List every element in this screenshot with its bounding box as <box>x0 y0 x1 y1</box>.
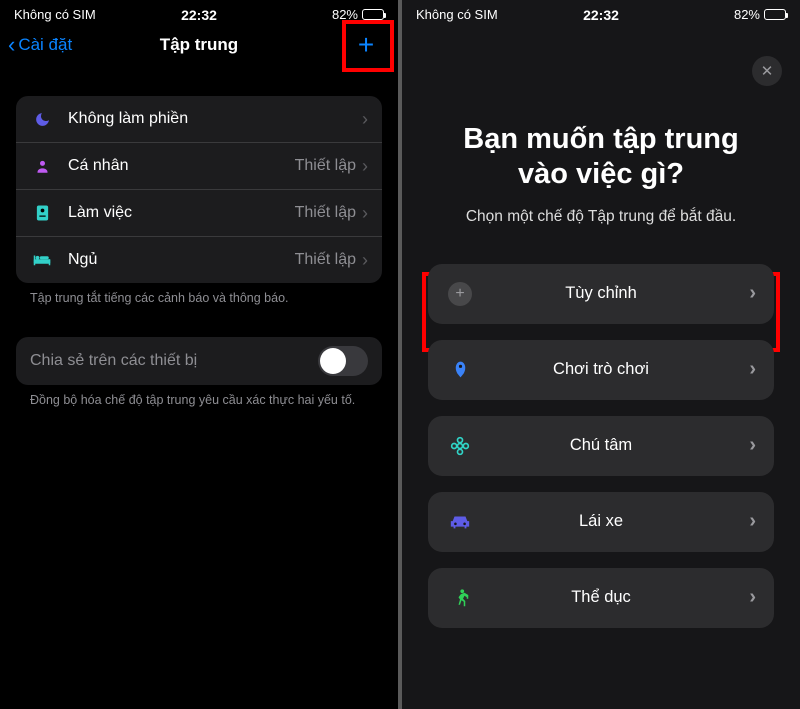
chevron-right-icon: › <box>749 586 756 609</box>
chevron-right-icon: › <box>362 156 368 177</box>
toggle-knob <box>320 348 346 374</box>
chevron-right-icon: › <box>749 510 756 533</box>
car-icon <box>446 508 474 536</box>
battery-icon <box>764 9 786 20</box>
battery-icon <box>362 9 384 20</box>
focus-row-work[interactable]: Làm việc Thiết lập › <box>16 190 382 237</box>
focus-modes-list: Không làm phiền › Cá nhân Thiết lập › Là… <box>16 96 382 283</box>
running-icon <box>446 584 474 612</box>
focus-row-sleep[interactable]: Ngủ Thiết lập › <box>16 237 382 283</box>
option-gaming[interactable]: Chơi trò chơi › <box>428 340 774 400</box>
mindfulness-icon <box>446 432 474 460</box>
rocket-icon <box>446 356 474 384</box>
chevron-right-icon: › <box>362 109 368 130</box>
option-fitness[interactable]: Thể dục › <box>428 568 774 628</box>
status-bar: Không có SIM 22:32 82% <box>0 0 398 24</box>
close-icon: ✕ <box>761 62 774 80</box>
row-detail: Thiết lập <box>295 204 356 222</box>
focus-picker-screen: Không có SIM 22:32 82% ✕ Bạn muốn tập tr… <box>402 0 800 709</box>
picker-title: Bạn muốn tập trung vào việc gì? <box>402 24 800 192</box>
chevron-right-icon: › <box>749 434 756 457</box>
sim-status: Không có SIM <box>14 7 96 22</box>
plus-icon: + <box>358 31 374 59</box>
focus-row-dnd[interactable]: Không làm phiền › <box>16 96 382 143</box>
clock: 22:32 <box>181 7 217 23</box>
sim-status: Không có SIM <box>416 7 498 22</box>
share-toggle[interactable] <box>318 346 368 376</box>
back-button[interactable]: ‹ Cài đặt <box>8 34 72 56</box>
option-label: Lái xe <box>579 512 623 531</box>
close-button[interactable]: ✕ <box>752 56 782 86</box>
section-footer-2: Đồng bộ hóa chế độ tập trung yêu cầu xác… <box>0 385 398 409</box>
person-icon <box>30 154 54 178</box>
page-title: Tập trung <box>160 35 238 55</box>
moon-icon <box>30 107 54 131</box>
add-focus-button[interactable]: + <box>346 25 386 65</box>
section-footer-1: Tập trung tắt tiếng các cảnh báo và thôn… <box>0 283 398 307</box>
clock: 22:32 <box>583 7 619 23</box>
focus-row-personal[interactable]: Cá nhân Thiết lập › <box>16 143 382 190</box>
chevron-right-icon: › <box>362 203 368 224</box>
picker-subtitle: Chọn một chế độ Tập trung để bắt đầu. <box>402 192 800 226</box>
option-mindfulness[interactable]: Chú tâm › <box>428 416 774 476</box>
battery-status: 82% <box>332 7 384 22</box>
back-label: Cài đặt <box>18 35 72 55</box>
plus-circle-icon: + <box>446 280 474 308</box>
focus-options-list: + Tùy chỉnh › Chơi trò chơi › Chú tâm › … <box>402 226 800 628</box>
bed-icon <box>30 248 54 272</box>
toggle-label: Chia sẻ trên các thiết bị <box>30 352 318 370</box>
nav-header: ‹ Cài đặt Tập trung + <box>0 24 398 68</box>
option-label: Chú tâm <box>570 436 632 455</box>
option-custom[interactable]: + Tùy chỉnh › <box>428 264 774 324</box>
option-label: Thể dục <box>571 588 631 607</box>
chevron-right-icon: › <box>749 358 756 381</box>
settings-focus-screen: Không có SIM 22:32 82% ‹ Cài đặt Tập tru… <box>0 0 398 709</box>
share-across-devices-row: Chia sẻ trên các thiết bị <box>16 337 382 385</box>
option-label: Tùy chỉnh <box>565 284 637 303</box>
chevron-left-icon: ‹ <box>8 34 15 56</box>
badge-icon <box>30 201 54 225</box>
row-detail: Thiết lập <box>295 157 356 175</box>
option-label: Chơi trò chơi <box>553 360 649 379</box>
chevron-right-icon: › <box>749 282 756 305</box>
option-driving[interactable]: Lái xe › <box>428 492 774 552</box>
row-label: Ngủ <box>68 251 295 269</box>
battery-status: 82% <box>734 7 786 22</box>
row-label: Làm việc <box>68 204 295 222</box>
row-label: Không làm phiền <box>68 110 356 128</box>
row-detail: Thiết lập <box>295 251 356 269</box>
row-label: Cá nhân <box>68 157 295 175</box>
status-bar: Không có SIM 22:32 82% <box>402 0 800 24</box>
chevron-right-icon: › <box>362 250 368 271</box>
